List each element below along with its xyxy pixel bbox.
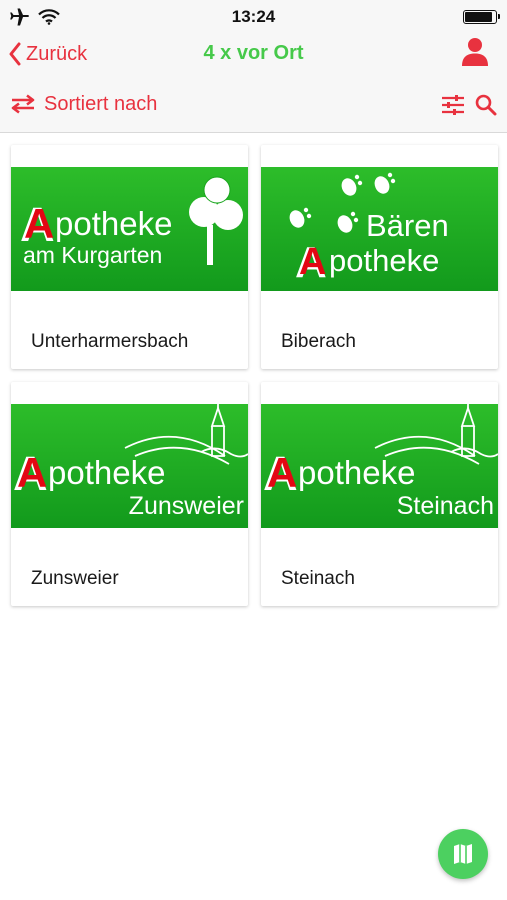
logo-line-2: Zunsweier [129, 492, 244, 520]
pharmacy-card-zunsweier[interactable]: A A potheke Zunsweier Zunsweier [11, 382, 248, 606]
pharmacy-card-biberach[interactable]: Bären A A potheke Biberach [261, 145, 498, 369]
pharmacy-a-icon: A A [263, 448, 298, 501]
pharmacy-logo-zunsweier: A A potheke Zunsweier [11, 404, 248, 528]
battery-icon [463, 10, 500, 24]
pharmacy-card-steinach[interactable]: A A potheke Steinach Steinach [261, 382, 498, 606]
map-button[interactable] [438, 829, 488, 879]
logo-line-2: Steinach [397, 492, 494, 520]
sort-label: Sortiert nach [44, 92, 158, 115]
logo-line-1: potheke [298, 454, 415, 491]
card-label: Steinach [281, 568, 355, 589]
card-label: Biberach [281, 331, 356, 352]
svg-text:A: A [24, 200, 54, 247]
battery-level [465, 12, 492, 22]
status-bar: 13:24 [0, 0, 507, 34]
chevron-left-icon [9, 42, 21, 66]
card-label: Zunsweier [31, 568, 119, 589]
logo-line-1: potheke [55, 205, 172, 242]
pharmacy-logo-am-kurgarten: A A potheke am Kurgarten [11, 167, 248, 291]
pharmacy-a-icon: A A [13, 448, 48, 501]
logo-line-2: am Kurgarten [23, 242, 162, 268]
filter-sliders-icon[interactable] [441, 95, 465, 115]
pharmacy-a-icon: A A [295, 238, 327, 287]
sort-button[interactable]: Sortiert nach [10, 90, 157, 118]
logo-line-1: Bären [366, 208, 449, 243]
logo-line-1: potheke [48, 454, 165, 491]
sort-arrows-icon [11, 94, 35, 114]
status-time: 13:24 [231, 7, 276, 26]
pharmacy-card-unterharmersbach[interactable]: A A potheke am Kurgarten Unterharmersbac… [11, 145, 248, 369]
pharmacy-logo-baeren: Bären A A potheke [261, 167, 498, 291]
nav-bar: Zurück 4 x vor Ort [0, 34, 507, 74]
logo-line-2: potheke [329, 243, 439, 278]
svg-text:A: A [299, 241, 326, 283]
svg-text:A: A [267, 449, 297, 496]
search-icon[interactable] [475, 94, 497, 116]
pharmacy-logo-steinach: A A potheke Steinach [261, 404, 498, 528]
toolbar: Sortiert nach [0, 74, 507, 133]
svg-text:A: A [17, 449, 47, 496]
user-icon[interactable] [461, 37, 489, 67]
card-label: Unterharmersbach [31, 331, 189, 352]
back-button[interactable]: Zurück [8, 38, 87, 70]
back-button-label: Zurück [26, 42, 88, 65]
map-icon [454, 844, 472, 864]
